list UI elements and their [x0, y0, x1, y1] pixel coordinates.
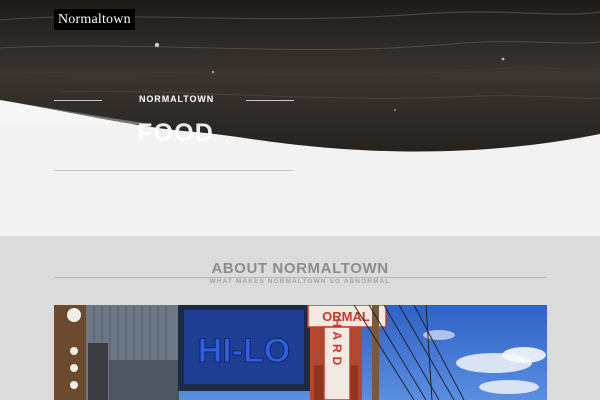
hero-divider-bottom — [54, 170, 294, 171]
hero-title: FOOD — [137, 119, 215, 147]
about-heading: ABOUT NORMALTOWN — [211, 260, 389, 277]
sign-hilo-text: HI-LO — [198, 332, 291, 370]
sign-hard-text: HARD — [330, 319, 344, 370]
hero-banner: Normaltown NORMALTOWN FOOD — [0, 0, 600, 236]
hero-divider-right — [246, 100, 294, 101]
site-logo[interactable]: Normaltown — [54, 9, 135, 30]
about-subheading: WHAT MAKES NORMALTOWN SO ABNORMAL — [209, 278, 391, 285]
hero-kicker: NORMALTOWN — [139, 94, 215, 104]
hero-divider-left — [54, 100, 102, 101]
hero-background-image — [0, 0, 600, 236]
about-photo: HI-LO ORMAL HARD — [54, 305, 547, 400]
